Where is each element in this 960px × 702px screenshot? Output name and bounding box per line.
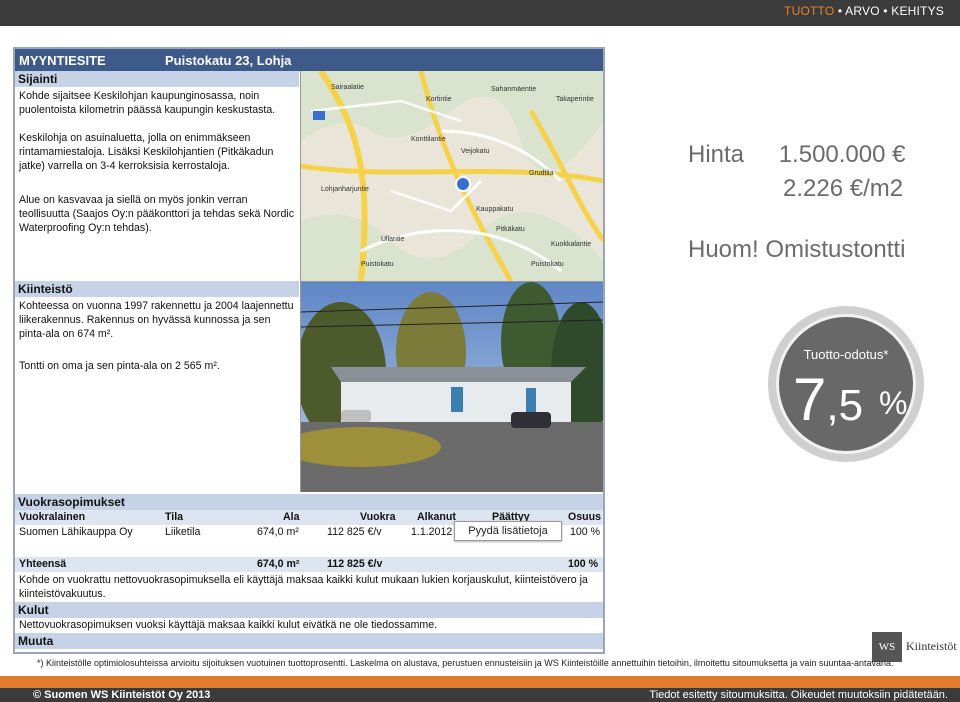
- map-street-label: Konttilantie: [411, 136, 446, 143]
- yield-label: Tuotto-odotus*: [803, 347, 889, 362]
- map-street-label: Takaperintie: [556, 96, 594, 103]
- map-street-label: Kauppakatu: [476, 206, 513, 213]
- nav-tuotto[interactable]: TUOTTO: [784, 4, 834, 18]
- map-street-label: Pitkäkatu: [496, 226, 525, 233]
- price-total: 1.500.000 €: [778, 141, 906, 168]
- sheet-address: Puistokatu 23, Lohja: [165, 53, 292, 68]
- nav-sep: •: [879, 4, 892, 18]
- footer-disclaimer: Tiedot esitetty sitoumuksitta. Oikeudet …: [649, 689, 948, 701]
- yield-dec: ,5: [826, 381, 864, 430]
- map-street-label: Puistokatu: [361, 261, 394, 268]
- kiinteisto-p2: Tontti on oma ja sen pinta-ala on 2 565 …: [19, 360, 220, 372]
- map-street-label: Grudtila: [529, 170, 554, 177]
- request-info-button[interactable]: Pyydä lisätietoja: [454, 521, 562, 541]
- section-vuokrasopimukset: Vuokrasopimukset: [15, 494, 603, 510]
- col-header: Alkanut: [417, 511, 456, 523]
- location-map[interactable]: Sairaalatie Kortintie Sahanmäentie Takap…: [300, 71, 603, 282]
- map-street-label: Puistokatu: [531, 261, 564, 268]
- total-rent: 112 825 €/v: [327, 558, 383, 570]
- col-header: Osuus: [568, 511, 601, 523]
- cell-tenant: Suomen Lähikauppa Oy: [19, 526, 133, 538]
- col-header: Tila: [165, 511, 184, 523]
- map-svg: Sairaalatie Kortintie Sahanmäentie Takap…: [301, 71, 603, 281]
- ws-logo-name: Kiinteistöt: [906, 639, 957, 653]
- yield-value: 7,5: [793, 365, 863, 434]
- cell-space: Liiketila: [165, 526, 201, 538]
- kiinteisto-p1: Kohteessa on vuonna 1997 rakennettu ja 2…: [19, 300, 294, 340]
- accent-stripe: [0, 676, 960, 688]
- sheet-header: MYYNTIESITE Puistokatu 23, Lohja: [15, 49, 603, 71]
- total-share: 100 %: [568, 558, 599, 570]
- yield-badge-inner: Tuotto-odotus* 7,5 %: [776, 314, 916, 454]
- map-street-label: Veijokatu: [461, 148, 490, 155]
- total-label: Yhteensä: [19, 558, 67, 570]
- col-header: Vuokralainen: [19, 511, 86, 523]
- map-street-label: Kortintie: [426, 96, 452, 103]
- map-street-label: Sahanmäentie: [491, 86, 536, 93]
- price-label: Hinta: [688, 141, 745, 168]
- map-street-label: Kuokkalantie: [551, 241, 591, 248]
- table-total-row: Yhteensä 674,0 m² 112 825 €/v 100 %: [15, 557, 603, 572]
- sijainti-p1: Kohde sijaitsee Keskilohjan kaupunginosa…: [19, 90, 276, 116]
- property-photo: [300, 282, 603, 492]
- nav-arvo[interactable]: ARVO: [845, 4, 880, 18]
- section-kiinteisto: Kiinteistö: [15, 281, 299, 297]
- lease-note: Kohde on vuokrattu nettovuokrasopimuksel…: [19, 574, 588, 600]
- ownership-note: Huom! Omistustontti: [688, 236, 906, 263]
- kulut-text: Nettovuokrasopimuksen vuoksi käyttäjä ma…: [19, 619, 438, 631]
- cell-area: 674,0 m²: [257, 526, 299, 538]
- yield-badge: Tuotto-odotus* 7,5 %: [768, 306, 924, 462]
- yield-int: 7: [793, 366, 827, 433]
- map-street-label: Ullantie: [381, 236, 404, 243]
- cell-rent: 112 825 €/v: [327, 526, 382, 538]
- footer-copyright: © Suomen WS Kiinteistöt Oy 2013: [33, 689, 211, 701]
- sales-sheet: MYYNTIESITE Puistokatu 23, Lohja Sijaint…: [13, 47, 605, 654]
- price-per-m2: 2.226 €/m2: [783, 175, 904, 202]
- sijainti-p3: Alue on kasvavaa ja siellä on myös jonki…: [19, 194, 294, 234]
- section-sijainti: Sijainti: [15, 71, 299, 87]
- cell-start: 1.1.2012: [411, 526, 453, 538]
- nav-sep: •: [834, 4, 846, 18]
- top-bar: TUOTTO • ARVO • KEHITYS: [0, 0, 960, 26]
- section-muuta: Muuta: [15, 633, 603, 649]
- nav-kehitys[interactable]: KEHITYS: [891, 4, 944, 18]
- map-street-label: Lohjanharjuntie: [321, 186, 369, 193]
- total-area: 674,0 m²: [257, 558, 300, 570]
- col-header: Ala: [283, 511, 300, 523]
- footer-bar: © Suomen WS Kiinteistöt Oy 2013 Tiedot e…: [0, 688, 960, 702]
- yield-unit: %: [879, 385, 908, 421]
- photo-svg: [301, 282, 603, 492]
- section-kulut: Kulut: [15, 602, 603, 618]
- sheet-title: MYYNTIESITE: [19, 53, 106, 68]
- cell-share: 100 %: [570, 526, 601, 538]
- sijainti-p2: Keskilohja on asuinaluetta, jolla on eni…: [19, 132, 274, 172]
- top-nav: TUOTTO • ARVO • KEHITYS: [784, 4, 944, 18]
- map-street-label: Sairaalatie: [331, 84, 364, 91]
- footnote: *) Kiinteistölle optimiolosuhteissa arvi…: [37, 658, 894, 668]
- col-header: Vuokra: [360, 511, 396, 523]
- price-line: Hinta 1.500.000 €: [688, 141, 906, 169]
